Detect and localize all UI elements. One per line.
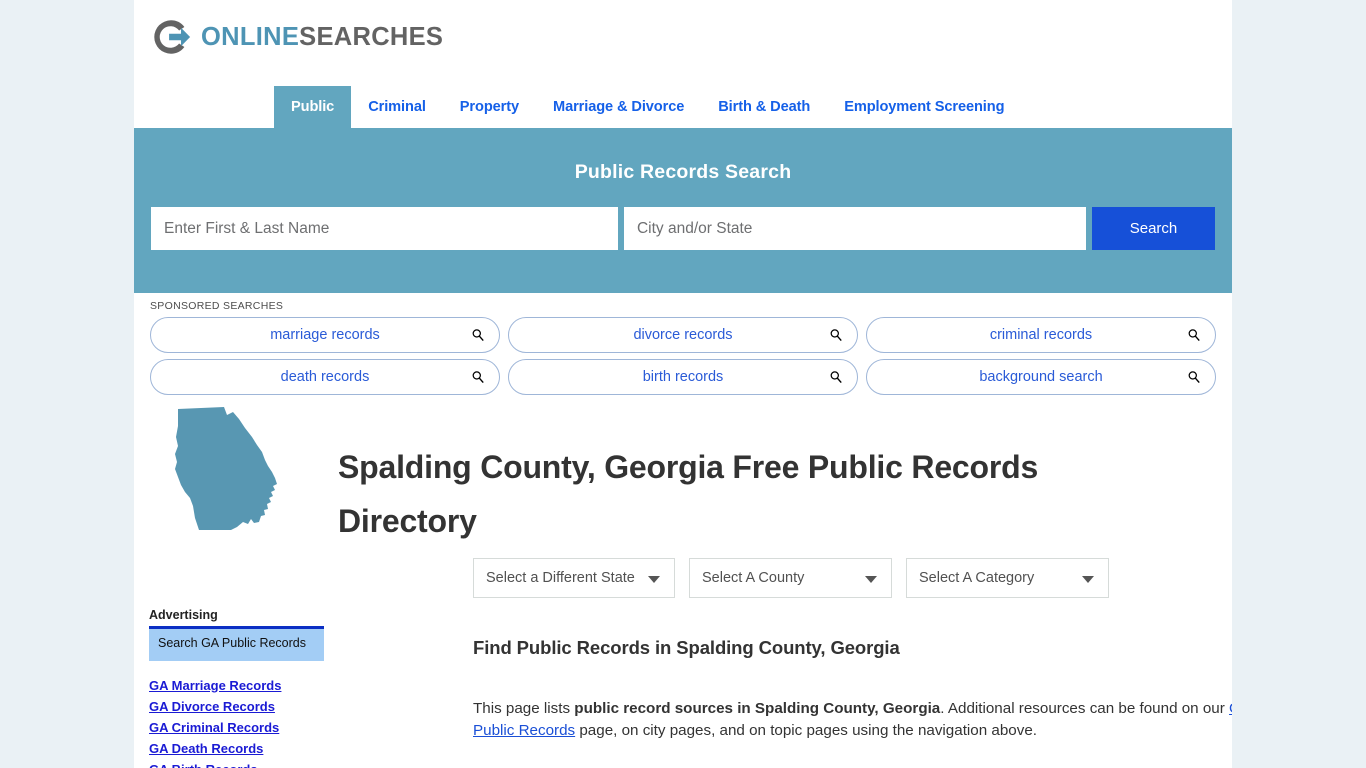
magnifier-icon xyxy=(472,329,484,342)
primary-nav: Public Criminal Property Marriage & Divo… xyxy=(134,86,1232,128)
sponsored-pill-label: death records xyxy=(280,369,370,385)
sponsored-row-1: marriage records divorce records crimina… xyxy=(150,317,1216,353)
tab-criminal[interactable]: Criminal xyxy=(351,86,443,128)
chevron-down-icon xyxy=(865,576,877,583)
magnifier-icon xyxy=(1188,329,1200,342)
search-city-input[interactable] xyxy=(623,207,1087,250)
sponsored-pill-label: criminal records xyxy=(989,327,1093,343)
content-frame: ONLINESEARCHES Public Criminal Property … xyxy=(134,0,1232,768)
paragraph-lead: This page lists xyxy=(473,699,575,717)
tab-marriage-divorce[interactable]: Marriage & Divorce xyxy=(536,86,701,128)
sidebar-link-ga-criminal-records[interactable]: GA Criminal Records xyxy=(149,717,324,738)
magnifier-icon xyxy=(1188,371,1200,384)
main-content: Find Public Records in Spalding County, … xyxy=(473,622,1232,768)
sponsored-pill-label: divorce records xyxy=(633,327,733,343)
sponsored-row-2: death records birth records background s… xyxy=(150,359,1216,395)
select-category-label: Select A Category xyxy=(919,570,1035,586)
page-root: ONLINESEARCHES Public Criminal Property … xyxy=(0,0,1366,768)
sponsored-pill-divorce-records[interactable]: divorce records xyxy=(508,317,858,353)
sponsored-pill-criminal-records[interactable]: criminal records xyxy=(866,317,1216,353)
logo-word-searches: SEARCHES xyxy=(299,22,444,51)
state-map-cell xyxy=(134,398,338,570)
sidebar-link-list: GA Marriage Records GA Divorce Records G… xyxy=(149,661,324,768)
select-county[interactable]: Select A County xyxy=(689,558,892,598)
sponsored-pill-label: birth records xyxy=(642,369,724,385)
page-title: Spalding County, Georgia Free Public Rec… xyxy=(338,449,1039,540)
magnifier-icon xyxy=(830,329,842,342)
select-state[interactable]: Select a Different State xyxy=(473,558,675,598)
section-heading: Find Public Records in Spalding County, … xyxy=(473,637,900,659)
ad-unit-search-ga-public-records[interactable]: Search GA Public Records xyxy=(149,626,324,661)
site-logo[interactable]: ONLINESEARCHES xyxy=(150,16,443,58)
magnifier-icon xyxy=(830,371,842,384)
search-name-input[interactable] xyxy=(151,207,618,250)
tab-birth-death[interactable]: Birth & Death xyxy=(701,86,827,128)
search-submit-button[interactable]: Search xyxy=(1092,207,1215,250)
search-form: Search xyxy=(134,184,1232,250)
sponsored-searches: SPONSORED SEARCHES marriage records divo… xyxy=(134,293,1232,401)
select-state-label: Select a Different State xyxy=(486,570,635,586)
sponsored-pill-birth-records[interactable]: birth records xyxy=(508,359,858,395)
sponsored-pill-marriage-records[interactable]: marriage records xyxy=(150,317,500,353)
site-header: ONLINESEARCHES xyxy=(134,0,1232,84)
sponsored-pill-label: background search xyxy=(979,369,1103,385)
hero-row: Spalding County, Georgia Free Public Rec… xyxy=(134,398,1232,570)
circle-arrow-logo-icon xyxy=(154,20,191,54)
tab-public[interactable]: Public xyxy=(274,86,352,128)
chevron-down-icon xyxy=(648,576,660,583)
sidebar-link-ga-death-records[interactable]: GA Death Records xyxy=(149,738,324,759)
filter-selects: Select a Different State Select A County… xyxy=(473,558,1109,598)
sidebar-link-ga-marriage-records[interactable]: GA Marriage Records xyxy=(149,675,324,696)
chevron-down-icon xyxy=(1082,576,1094,583)
logo-word-online: ONLINE xyxy=(201,22,300,51)
sidebar-link-ga-divorce-records[interactable]: GA Divorce Records xyxy=(149,696,324,717)
select-category[interactable]: Select A Category xyxy=(906,558,1109,598)
sidebar-link-ga-birth-records[interactable]: GA Birth Records xyxy=(149,759,324,768)
advertising-sidebar: Advertising Search GA Public Records GA … xyxy=(149,608,324,768)
intro-paragraph: This page lists public record sources in… xyxy=(473,675,1232,743)
paragraph-tail: page, on city pages, and on topic pages … xyxy=(575,722,1038,740)
paragraph-mid: . Additional resources can be found on o… xyxy=(940,699,1230,717)
sponsored-searches-label: SPONSORED SEARCHES xyxy=(150,300,284,312)
logo-wordmark: ONLINESEARCHES xyxy=(201,23,443,52)
select-county-label: Select A County xyxy=(702,570,805,586)
tab-employment-screening[interactable]: Employment Screening xyxy=(827,86,1021,128)
sponsored-pill-death-records[interactable]: death records xyxy=(150,359,500,395)
sponsored-pill-label: marriage records xyxy=(270,327,380,343)
search-banner: Public Records Search Search xyxy=(134,128,1232,293)
paragraph-bold: public record sources in Spalding County… xyxy=(574,699,941,717)
georgia-state-map-icon xyxy=(175,407,277,530)
sponsored-pill-background-search[interactable]: background search xyxy=(866,359,1216,395)
advertising-heading: Advertising xyxy=(149,608,218,622)
magnifier-icon xyxy=(472,371,484,384)
tab-property[interactable]: Property xyxy=(443,86,536,128)
search-banner-title: Public Records Search xyxy=(574,161,792,183)
